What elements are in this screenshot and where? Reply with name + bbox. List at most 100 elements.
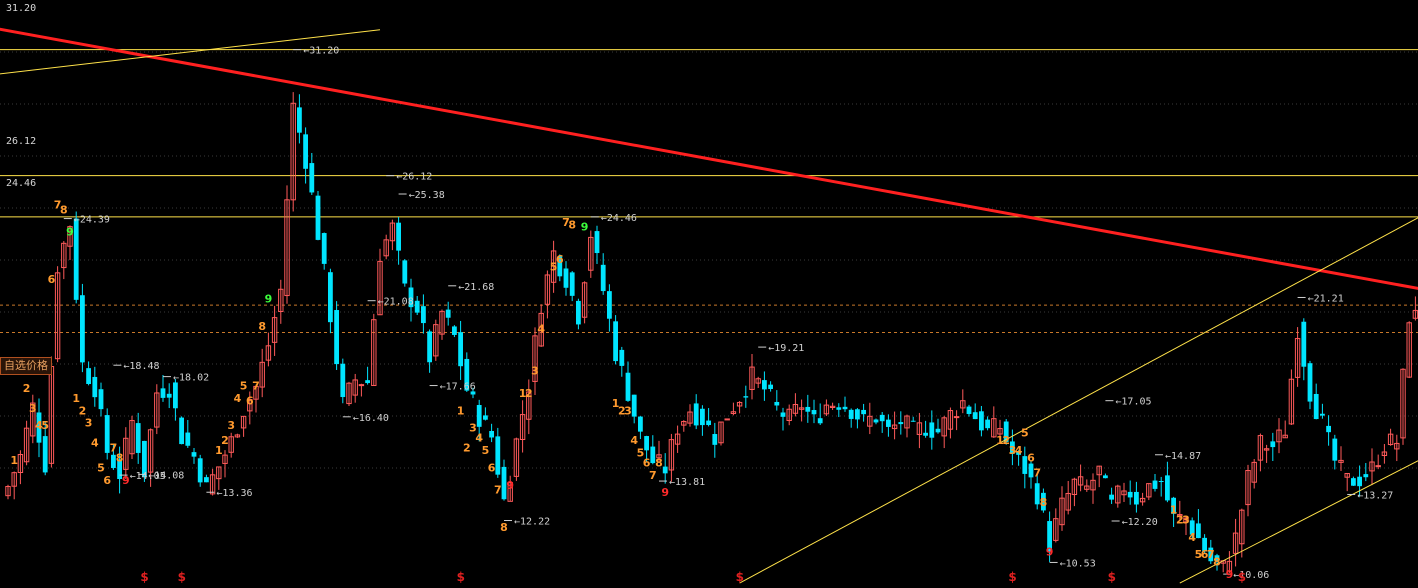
candle-body	[489, 430, 494, 438]
candle-body	[743, 396, 749, 398]
candle-body	[724, 418, 730, 421]
candle-body	[204, 477, 209, 483]
count-digit: 6	[1027, 451, 1035, 464]
count-digit: 3	[1182, 513, 1190, 526]
count-digit: 3	[531, 365, 539, 378]
candle-body	[1351, 478, 1356, 486]
hl-label: ←24.39	[74, 215, 110, 226]
candle-body	[811, 410, 817, 415]
count-digit: 8	[1040, 496, 1048, 509]
hl-label: ←21.08	[378, 297, 414, 308]
candle-body	[73, 218, 79, 300]
candle-body	[768, 384, 773, 389]
count-digit: 9	[66, 226, 74, 239]
candle-body	[886, 419, 891, 427]
price-levels	[0, 49, 1418, 333]
hl-label: ←12.20	[1122, 517, 1158, 528]
count-digit: 8	[60, 203, 68, 216]
count-digit: 7	[1033, 466, 1041, 479]
candlestick-chart: ←31.20 ←24.39 ←26.12 ←25.38 ←21.68 ←21.08 ←17.…	[0, 27, 1418, 584]
count-digit: 4	[1188, 531, 1196, 544]
hl-label: ←19.21	[768, 343, 804, 354]
candle-body	[1375, 465, 1381, 468]
candle-body	[1134, 491, 1139, 505]
count-digit: 1	[457, 404, 465, 417]
candle-body	[842, 406, 848, 410]
candle-body	[445, 309, 451, 318]
level-label-2612: 26.12	[6, 136, 37, 147]
count-digit: 4	[234, 392, 242, 405]
count-digit: 9	[1046, 546, 1054, 559]
candle-body	[321, 233, 327, 264]
candle-body	[365, 380, 370, 384]
grid-lines	[0, 51, 1418, 469]
candle-body	[953, 416, 960, 419]
count-digit: 6	[103, 474, 111, 487]
count-digit: 4	[630, 434, 638, 447]
count-digit: 6	[643, 456, 651, 469]
candle-body	[160, 388, 166, 398]
hl-label: ←13.27	[1357, 490, 1393, 501]
candle-body	[1103, 475, 1108, 479]
candle-body	[569, 272, 575, 296]
candle-body	[594, 231, 600, 254]
candle-body	[644, 436, 649, 451]
count-digit: 2	[221, 434, 229, 447]
candle-body	[396, 222, 401, 251]
candle-body	[42, 436, 48, 473]
signal-flag: $	[140, 570, 149, 584]
signal-flag: $	[1107, 570, 1116, 584]
signal-flag: $	[177, 570, 186, 584]
candle-body	[1127, 491, 1133, 498]
candle-body	[700, 408, 705, 426]
candle-body	[185, 432, 191, 446]
signal-flag: $	[1008, 570, 1017, 584]
trend-line	[0, 27, 1418, 290]
candle-body	[191, 452, 197, 457]
candle-body	[80, 295, 85, 363]
candle-body	[1320, 413, 1325, 416]
count-digit: 8	[116, 451, 124, 464]
count-digit: 2	[23, 382, 31, 395]
candle-body	[483, 415, 488, 420]
candle-body	[1152, 480, 1158, 489]
candle-body	[972, 412, 978, 420]
count-digit: 4	[475, 432, 483, 445]
candle-body	[458, 332, 463, 367]
hl-label: ←21.68	[458, 282, 494, 293]
candle-body	[86, 368, 91, 385]
candle-body	[879, 414, 885, 422]
count-digit: 9	[581, 221, 589, 234]
count-digit: 5	[41, 419, 49, 432]
count-digit: 5	[97, 461, 105, 474]
count-digit: 9	[661, 486, 669, 499]
hl-label: ←14.87	[1165, 451, 1201, 462]
count-digit: 6	[246, 394, 254, 407]
candle-body	[135, 423, 141, 453]
candle-body	[173, 382, 178, 409]
candle-body	[1313, 393, 1319, 420]
hl-label: ←10.53	[1060, 558, 1096, 569]
candle-body	[452, 326, 457, 335]
candle-body	[619, 349, 625, 366]
count-digit: 2	[525, 387, 533, 400]
count-digit: 6	[48, 273, 56, 286]
candle-body	[706, 420, 711, 425]
candle-body	[98, 389, 104, 410]
custom-price-tag[interactable]: 自选价格	[0, 357, 52, 375]
candle-body	[1301, 321, 1307, 367]
count-digit: 9	[1226, 568, 1234, 581]
hl-label: ←21.21	[1308, 293, 1344, 304]
candle-body	[780, 412, 786, 417]
count-digit: 7	[494, 484, 502, 497]
candle-body	[334, 310, 339, 365]
candle-body	[1196, 523, 1201, 539]
candle-body	[1165, 475, 1170, 501]
candle-body	[979, 411, 984, 431]
candle-body	[1332, 438, 1338, 461]
candle-body	[402, 260, 408, 284]
candle-body	[495, 436, 501, 475]
candle-body	[414, 300, 420, 313]
candle-body	[712, 434, 718, 445]
hl-label: ←18.02	[173, 373, 209, 384]
